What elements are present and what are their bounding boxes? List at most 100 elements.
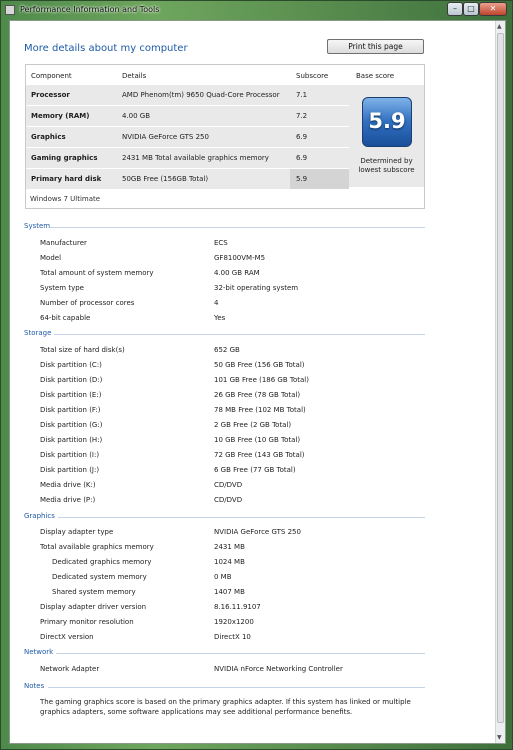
info-value: NVIDIA GeForce GTS 250 [214,528,301,536]
scroll-up-arrow-icon[interactable]: ▲ [497,23,502,30]
score-table-header: Component Details Subscore Base score [26,65,424,85]
info-label: Disk partition (E:) [40,391,102,399]
score-row-gaming-graphics: Gaming graphics 2431 MB Total available … [26,148,349,168]
component-name: Processor [31,91,70,99]
window: Performance Information and Tools – □ ✕ … [0,0,513,750]
notes-text-line2: graphics adapters, some software applica… [40,708,353,716]
component-name: Graphics [31,133,66,141]
subscore: 6.9 [296,154,308,162]
info-value: 101 GB Free (186 GB Total) [214,376,309,384]
component-name: Gaming graphics [31,154,98,162]
base-score-cell: 5.9 Determined by lowest subscore [349,85,424,187]
base-score-badge-icon: 5.9 [362,97,412,147]
info-label: Media drive (K:) [40,481,96,489]
info-value: 6 GB Free (77 GB Total) [214,466,296,474]
header-base-score: Base score [356,72,395,80]
subscore: 6.9 [296,133,308,141]
info-label: Total available graphics memory [40,543,154,551]
info-value: 1024 MB [214,558,245,566]
info-label: 64-bit capable [40,314,91,322]
window-title: Performance Information and Tools [20,5,160,14]
info-label: DirectX version [40,633,94,641]
info-label: Network Adapter [40,665,100,673]
info-label: Primary monitor resolution [40,618,134,626]
content-area: More details about my computer Print thi… [9,20,506,744]
info-label: Display adapter driver version [40,603,147,611]
app-icon [5,5,15,15]
section-system-title: System [24,222,51,230]
info-label: Disk partition (D:) [40,376,103,384]
title-bar[interactable]: Performance Information and Tools – □ ✕ [1,1,512,19]
score-row-hard-disk: Primary hard disk 50GB Free (156GB Total… [26,169,349,189]
info-label: Disk partition (F:) [40,406,101,414]
info-label: Disk partition (I:) [40,451,100,459]
info-value: 2 GB Free (2 GB Total) [214,421,292,429]
info-value: CD/DVD [214,496,243,504]
info-value: GF8100VM-M5 [214,254,266,262]
info-label: Dedicated system memory [52,573,147,581]
component-details: 2431 MB Total available graphics memory [122,154,269,162]
base-note-line2: lowest subscore [358,166,415,174]
section-divider [54,334,425,335]
info-label: Shared system memory [52,588,136,596]
info-value: 32-bit operating system [214,284,299,292]
component-name: Primary hard disk [31,175,102,183]
vertical-scrollbar[interactable]: ▲ ▼ [495,21,505,743]
info-value: 4.00 GB RAM [214,269,260,277]
score-row-processor: Processor AMD Phenom(tm) 9650 Quad-Core … [26,85,349,105]
component-details: 4.00 GB [122,112,151,120]
section-storage-title: Storage [24,329,52,337]
info-value: ECS [214,239,228,247]
section-graphics-title: Graphics [24,512,55,520]
info-value: 2431 MB [214,543,245,551]
print-button[interactable]: Print this page [327,39,424,54]
notes-text-line1: The gaming graphics score is based on th… [40,698,411,706]
info-label: Disk partition (C:) [40,361,102,369]
info-value: 1920x1200 [214,618,254,626]
info-label: Total size of hard disk(s) [40,346,125,354]
info-value: NVIDIA nForce Networking Controller [214,665,343,673]
scroll-down-arrow-icon[interactable]: ▼ [497,734,502,741]
score-row-graphics: Graphics NVIDIA GeForce GTS 250 6.9 [26,127,349,147]
score-table: Component Details Subscore Base score Pr… [25,64,425,209]
score-row-memory: Memory (RAM) 4.00 GB 7.2 [26,106,349,126]
info-value: 0 MB [214,573,232,581]
maximize-button[interactable]: □ [463,2,479,16]
section-divider [48,687,425,688]
info-value: 26 GB Free (78 GB Total) [214,391,301,399]
info-label: Number of processor cores [40,299,135,307]
info-value: 4 [214,299,219,307]
header-component: Component [31,72,72,80]
info-label: Disk partition (G:) [40,421,103,429]
section-notes-title: Notes [24,682,45,690]
info-label: System type [40,284,84,292]
base-score-note: Determined by lowest subscore [349,157,424,175]
header-details: Details [122,72,147,80]
info-label: Disk partition (H:) [40,436,103,444]
section-network-title: Network [24,648,54,656]
info-value: 72 GB Free (143 GB Total) [214,451,305,459]
subscore: 7.2 [296,112,308,120]
base-score-value: 5.9 [368,109,406,133]
info-label: Model [40,254,62,262]
info-value: Yes [214,314,226,322]
component-name: Memory (RAM) [31,112,90,120]
info-label: Disk partition (J:) [40,466,100,474]
section-divider [50,227,425,228]
info-value: 78 MB Free (102 MB Total) [214,406,306,414]
scrollbar-thumb[interactable] [497,33,504,723]
close-button[interactable]: ✕ [479,2,507,16]
info-label: Display adapter type [40,528,114,536]
info-value: 10 GB Free (10 GB Total) [214,436,301,444]
info-label: Dedicated graphics memory [52,558,152,566]
os-edition: Windows 7 Ultimate [30,195,101,203]
subscore: 7.1 [296,91,308,99]
header-subscore: Subscore [296,72,329,80]
minimize-button[interactable]: – [447,2,463,16]
info-label: Manufacturer [40,239,87,247]
page-title: More details about my computer [24,43,188,54]
info-value: 8.16.11.9107 [214,603,261,611]
info-value: DirectX 10 [214,633,251,641]
component-details: NVIDIA GeForce GTS 250 [122,133,209,141]
component-details: 50GB Free (156GB Total) [122,175,209,183]
